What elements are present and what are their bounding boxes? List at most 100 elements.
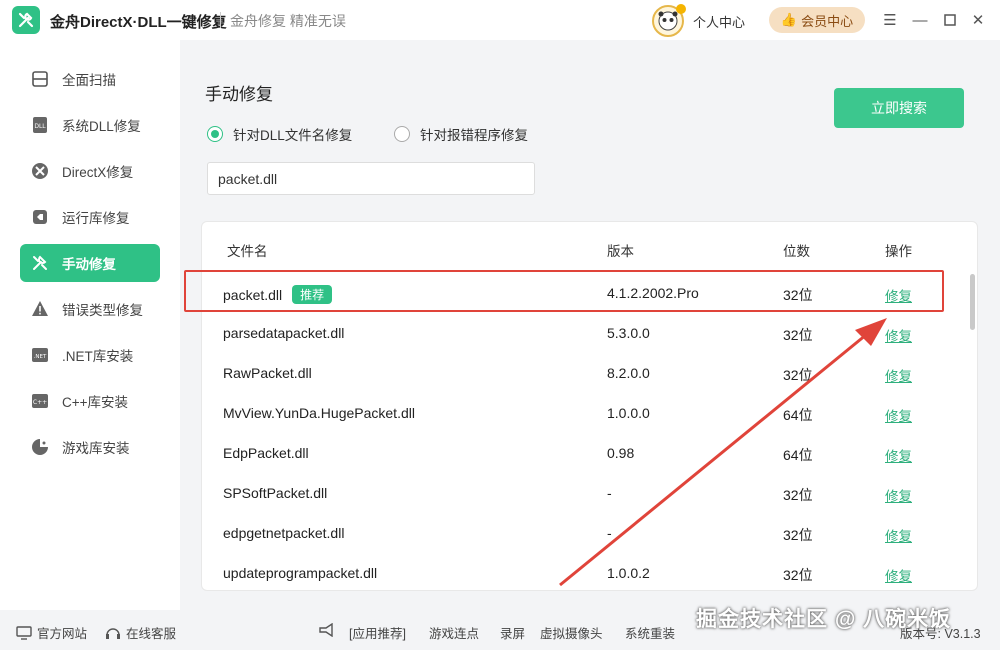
column-header-filename: 文件名	[227, 244, 268, 259]
sidebar-item-label: 系统DLL修复	[62, 119, 141, 134]
table-row: MvView.YunDa.HugePacket.dll 1.0.0.0 64位 …	[202, 393, 967, 433]
file-name: MvView.YunDa.HugePacket.dll	[223, 405, 415, 421]
file-name: RawPacket.dll	[223, 365, 312, 381]
title-divider	[220, 12, 221, 28]
megaphone-icon	[318, 623, 336, 637]
official-website-link[interactable]: 官方网站	[16, 623, 87, 642]
table-row: EdpPacket.dll 0.98 64位 修复	[202, 433, 967, 473]
link-virtual-camera[interactable]: 虚拟摄像头	[540, 623, 603, 642]
watermark: 掘金技术社区 @ 八碗米饭	[696, 608, 952, 631]
user-center-link[interactable]: 个人中心	[693, 12, 745, 31]
sidebar-item-label: 运行库修复	[62, 211, 130, 226]
repair-link[interactable]: 修复	[885, 325, 912, 345]
radio-checked-icon	[207, 126, 223, 142]
radio-label: 针对DLL文件名修复	[233, 128, 353, 143]
sidebar-item-cpp[interactable]: C++ C++库安装	[20, 382, 160, 420]
sidebar-item-full-scan[interactable]: 全面扫描	[20, 60, 160, 98]
repair-link[interactable]: 修复	[885, 365, 912, 385]
repair-link[interactable]: 修复	[885, 445, 912, 465]
vip-center-button[interactable]: 👍 会员中心	[769, 7, 865, 33]
svg-text:C++: C++	[33, 399, 47, 406]
sidebar-item-label: 手动修复	[62, 257, 116, 272]
dll-icon: DLL	[30, 115, 50, 135]
close-icon[interactable]: ✕	[968, 10, 988, 30]
main-panel: 手动修复 立即搜索 针对DLL文件名修复 针对报错程序修复 文件名 版本 位数 …	[180, 40, 1000, 610]
column-header-action: 操作	[885, 244, 912, 259]
tools-icon	[30, 253, 50, 273]
scan-icon	[30, 69, 50, 89]
dotnet-icon: .NET	[30, 345, 50, 365]
minimize-icon[interactable]: —	[910, 10, 930, 30]
directx-icon	[30, 161, 50, 181]
svg-text:.NET: .NET	[34, 354, 47, 360]
file-bits: 32位	[783, 367, 813, 383]
file-bits: 32位	[783, 327, 813, 343]
sidebar-item-error-type[interactable]: 错误类型修复	[20, 290, 160, 328]
file-bits: 64位	[783, 407, 813, 423]
repair-link[interactable]: 修复	[885, 525, 912, 545]
file-name: parsedatapacket.dll	[223, 325, 345, 341]
dll-search-input[interactable]	[207, 162, 535, 195]
link-screen-record[interactable]: 录屏	[500, 623, 525, 642]
file-bits: 32位	[783, 567, 813, 583]
file-name: SPSoftPacket.dll	[223, 485, 328, 501]
table-row: updateprogrampacket.dll 1.0.0.2 32位 修复	[202, 553, 967, 590]
file-name: edpgetnetpacket.dll	[223, 525, 345, 541]
warning-icon	[30, 299, 50, 319]
app-title: 金舟DirectX·DLL一键修复	[50, 14, 227, 31]
radio-unchecked-icon	[394, 126, 410, 142]
avatar-crown-icon	[676, 4, 686, 14]
repair-link[interactable]: 修复	[885, 285, 912, 305]
radio-label: 针对报错程序修复	[420, 128, 528, 143]
file-version: -	[607, 525, 612, 541]
file-bits: 32位	[783, 487, 813, 503]
file-version: -	[607, 485, 612, 501]
file-name: EdpPacket.dll	[223, 445, 309, 461]
cpp-icon: C++	[30, 391, 50, 411]
sidebar-item-directx[interactable]: DirectX修复	[20, 152, 160, 190]
vs-runtime-icon	[30, 207, 50, 227]
file-version: 1.0.0.0	[607, 405, 650, 421]
file-version: 5.3.0.0	[607, 325, 650, 341]
title-bar: 金舟DirectX·DLL一键修复 金舟修复 精准无误 个人中心 👍 会员中心 …	[0, 0, 1000, 40]
file-version: 8.2.0.0	[607, 365, 650, 381]
game-icon	[30, 437, 50, 457]
file-name: packet.dll 推荐	[223, 285, 333, 304]
vip-center-label: 会员中心	[801, 13, 854, 29]
radio-by-error-program[interactable]: 针对报错程序修复	[394, 124, 528, 144]
results-table: 文件名 版本 位数 操作 packet.dll 推荐 4.1.2.2002.Pro…	[201, 221, 978, 591]
online-support-link[interactable]: 在线客服	[105, 623, 176, 642]
app-slogan: 金舟修复 精准无误	[230, 13, 346, 29]
table-row: SPSoftPacket.dll - 32位 修复	[202, 473, 967, 513]
svg-text:DLL: DLL	[34, 123, 46, 130]
sidebar-item-label: 错误类型修复	[62, 303, 143, 318]
sidebar-item-game[interactable]: 游戏库安装	[20, 428, 160, 466]
sidebar: 全面扫描 DLL 系统DLL修复 DirectX修复 运行库修复 手动修复 错误…	[0, 40, 180, 610]
page-title: 手动修复	[205, 85, 273, 104]
sidebar-item-label: C++库安装	[62, 395, 129, 410]
repair-link[interactable]: 修复	[885, 485, 912, 505]
link-auto-clicker[interactable]: 游戏连点	[429, 623, 479, 642]
file-version: 4.1.2.2002.Pro	[607, 285, 699, 301]
monitor-icon	[16, 625, 32, 640]
file-bits: 64位	[783, 447, 813, 463]
table-scrollbar[interactable]	[970, 274, 975, 330]
file-bits: 32位	[783, 287, 813, 303]
sidebar-item-label: DirectX修复	[62, 165, 134, 180]
link-system-reinstall[interactable]: 系统重装	[625, 623, 675, 642]
table-row: edpgetnetpacket.dll - 32位 修复	[202, 513, 967, 553]
sidebar-item-manual-repair[interactable]: 手动修复	[20, 244, 160, 282]
column-header-version: 版本	[607, 244, 634, 259]
thumb-up-icon: 👍	[780, 12, 798, 27]
repair-link[interactable]: 修复	[885, 405, 912, 425]
maximize-icon[interactable]	[940, 10, 960, 30]
table-row: packet.dll 推荐 4.1.2.2002.Pro 32位 修复	[202, 273, 967, 313]
search-now-button[interactable]: 立即搜索	[834, 88, 964, 128]
recommend-badge: 推荐	[292, 285, 333, 304]
sidebar-item-dotnet[interactable]: .NET .NET库安装	[20, 336, 160, 374]
menu-icon[interactable]: ☰	[880, 10, 900, 30]
radio-by-dll-name[interactable]: 针对DLL文件名修复	[207, 124, 352, 144]
sidebar-item-system-dll[interactable]: DLL 系统DLL修复	[20, 106, 160, 144]
sidebar-item-runtime[interactable]: 运行库修复	[20, 198, 160, 236]
repair-link[interactable]: 修复	[885, 565, 912, 585]
